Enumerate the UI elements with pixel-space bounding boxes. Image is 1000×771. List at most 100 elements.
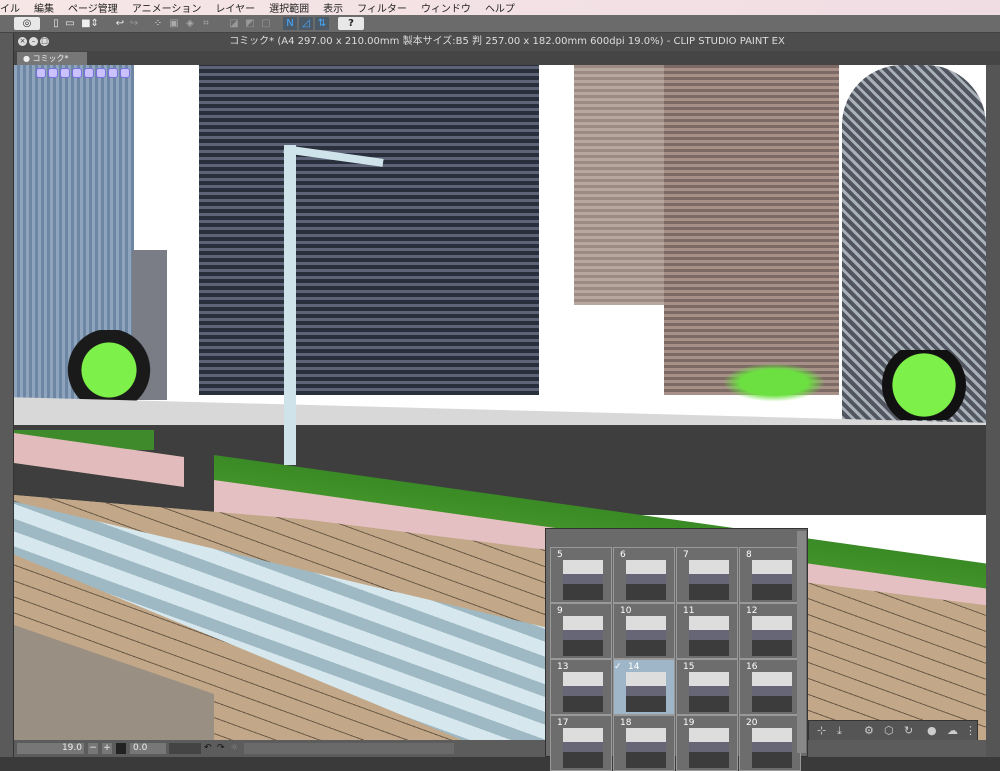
redo-icon[interactable]: ↪	[128, 17, 140, 30]
street-lamp	[284, 145, 296, 465]
move-camera-icon[interactable]	[36, 68, 46, 78]
menu-window[interactable]: ウィンドウ	[421, 0, 471, 15]
menu-selection[interactable]: 選択範囲	[269, 0, 309, 15]
menu-layer[interactable]: レイヤー	[215, 0, 255, 15]
menu-file[interactable]: イル	[0, 0, 20, 15]
clear-layer-icon[interactable]: ◪	[228, 17, 240, 30]
menu-page[interactable]: ページ管理	[68, 0, 118, 15]
page-number: 9	[557, 606, 563, 616]
fill-layer-icon[interactable]: ◩	[244, 17, 256, 30]
page-number: 15	[683, 662, 695, 672]
lighting-icon[interactable]: ☁	[947, 724, 958, 737]
snap-grid-icon[interactable]: ⇅	[315, 17, 329, 30]
close-icon[interactable]: ×	[18, 37, 27, 46]
page-thumbnail[interactable]: 8	[739, 547, 801, 603]
reset-rotation-icon[interactable]: ☼	[230, 743, 240, 754]
page-number: 6	[620, 550, 626, 560]
page-number: 10	[620, 606, 632, 616]
3d-navigation-icons	[36, 68, 130, 78]
snap-special-ruler-icon[interactable]: ◿	[299, 17, 313, 30]
clear-selection-icon[interactable]: ⁘	[152, 17, 164, 30]
page-number: 20	[746, 718, 758, 728]
zoom-camera-icon[interactable]	[60, 68, 70, 78]
page-thumbnail[interactable]: 9	[550, 603, 612, 659]
object-list-icon[interactable]: ⬡	[884, 724, 894, 737]
rotation-value[interactable]: 0.0	[130, 743, 166, 754]
reset-rotation-icon[interactable]: ↻	[904, 724, 913, 737]
more-icon[interactable]: ⋮	[965, 724, 976, 737]
undo-icon[interactable]: ↩	[114, 17, 126, 30]
page-preview	[563, 672, 603, 712]
save-icon[interactable]: ■⇕	[80, 17, 100, 30]
crop-icon[interactable]: ▣	[168, 17, 180, 30]
document-title: コミック* (A4 297.00 x 210.00mm 製本サイズ:B5 判 2…	[229, 36, 785, 47]
page-preview	[563, 616, 603, 656]
page-preview	[752, 728, 792, 768]
page-thumbnail[interactable]: 17	[550, 715, 612, 771]
thumbnail-scrollbar[interactable]	[797, 531, 806, 753]
page-thumbnail[interactable]: 19	[676, 715, 738, 771]
rotate-object-icon[interactable]	[72, 68, 82, 78]
snap-ruler-icon[interactable]: N	[283, 17, 297, 30]
drop-to-ground-icon[interactable]: ⤓	[837, 724, 842, 738]
menu-help[interactable]: ヘルプ	[485, 0, 515, 15]
document-title-bar: × – □ コミック* (A4 297.00 x 210.00mm 製本サイズ:…	[14, 33, 1000, 51]
page-number: 12	[746, 606, 758, 616]
zoom-in-icon[interactable]: +	[102, 743, 112, 754]
rotate-left-icon[interactable]: ↶	[204, 743, 214, 754]
page-preview	[689, 728, 729, 768]
page-number: 11	[683, 606, 695, 616]
open-file-icon[interactable]: ▭	[64, 17, 76, 30]
page-preview	[689, 672, 729, 712]
menu-view[interactable]: 表示	[323, 0, 343, 15]
fit-window-icon[interactable]	[116, 743, 126, 754]
select-icon[interactable]: ▢	[260, 17, 272, 30]
document-tab-bar: ● コミック*	[14, 51, 1000, 65]
horizontal-scrollbar[interactable]	[244, 743, 454, 754]
pan-camera-icon[interactable]	[48, 68, 58, 78]
select-parts-icon[interactable]: ⚙	[864, 724, 874, 737]
page-thumbnail[interactable]: 14 ✓	[613, 659, 675, 715]
page-thumbnail[interactable]: 10	[613, 603, 675, 659]
page-thumbnail[interactable]: 13	[550, 659, 612, 715]
page-number: 16	[746, 662, 758, 672]
page-thumbnail[interactable]: 11	[676, 603, 738, 659]
vertical-scrollbar[interactable]	[986, 65, 1000, 757]
rotation-slider[interactable]	[169, 743, 201, 754]
building	[664, 65, 839, 395]
fit-camera-icon[interactable]: ⊹	[817, 724, 826, 737]
selected-check-icon: ✓	[614, 662, 622, 672]
tab-comic[interactable]: ● コミック*	[17, 52, 87, 65]
page-number: 5	[557, 550, 563, 560]
left-panel-edge[interactable]	[0, 33, 14, 757]
menu-edit[interactable]: 編集	[34, 0, 54, 15]
zoom-value[interactable]: 19.0	[42, 743, 84, 754]
page-thumbnail[interactable]: 6	[613, 547, 675, 603]
page-thumbnail[interactable]: 12	[739, 603, 801, 659]
transform-icon[interactable]: ⌗	[200, 17, 212, 30]
page-thumbnail[interactable]: 18	[613, 715, 675, 771]
maximize-icon[interactable]: □	[40, 37, 49, 46]
page-thumbnail[interactable]: 5	[550, 547, 612, 603]
menu-filter[interactable]: フィルター	[357, 0, 407, 15]
page-thumbnail[interactable]: 16	[739, 659, 801, 715]
rotate-right-icon[interactable]: ↷	[217, 743, 227, 754]
move-object-icon[interactable]	[84, 68, 94, 78]
zoom-out-icon[interactable]: −	[88, 743, 98, 754]
fill-icon[interactable]: ◈	[184, 17, 196, 30]
rotate-plane-icon[interactable]	[96, 68, 106, 78]
reset-camera-icon[interactable]	[120, 68, 130, 78]
page-thumbnail[interactable]: 20	[739, 715, 801, 771]
page-thumbnail[interactable]: 7	[676, 547, 738, 603]
page-thumbnail[interactable]: 15	[676, 659, 738, 715]
help-button[interactable]: ?	[338, 17, 364, 30]
scale-object-icon[interactable]	[108, 68, 118, 78]
minimize-icon[interactable]: –	[29, 37, 38, 46]
texture-icon[interactable]: ●	[927, 724, 937, 737]
clip-studio-icon[interactable]: ◎	[14, 17, 40, 30]
new-file-icon[interactable]: ▯	[50, 17, 62, 30]
zoom-slider[interactable]	[17, 743, 42, 754]
canvas-3d-scene[interactable]	[14, 65, 986, 740]
page-preview	[626, 560, 666, 600]
menu-animation[interactable]: アニメーション	[132, 0, 202, 15]
